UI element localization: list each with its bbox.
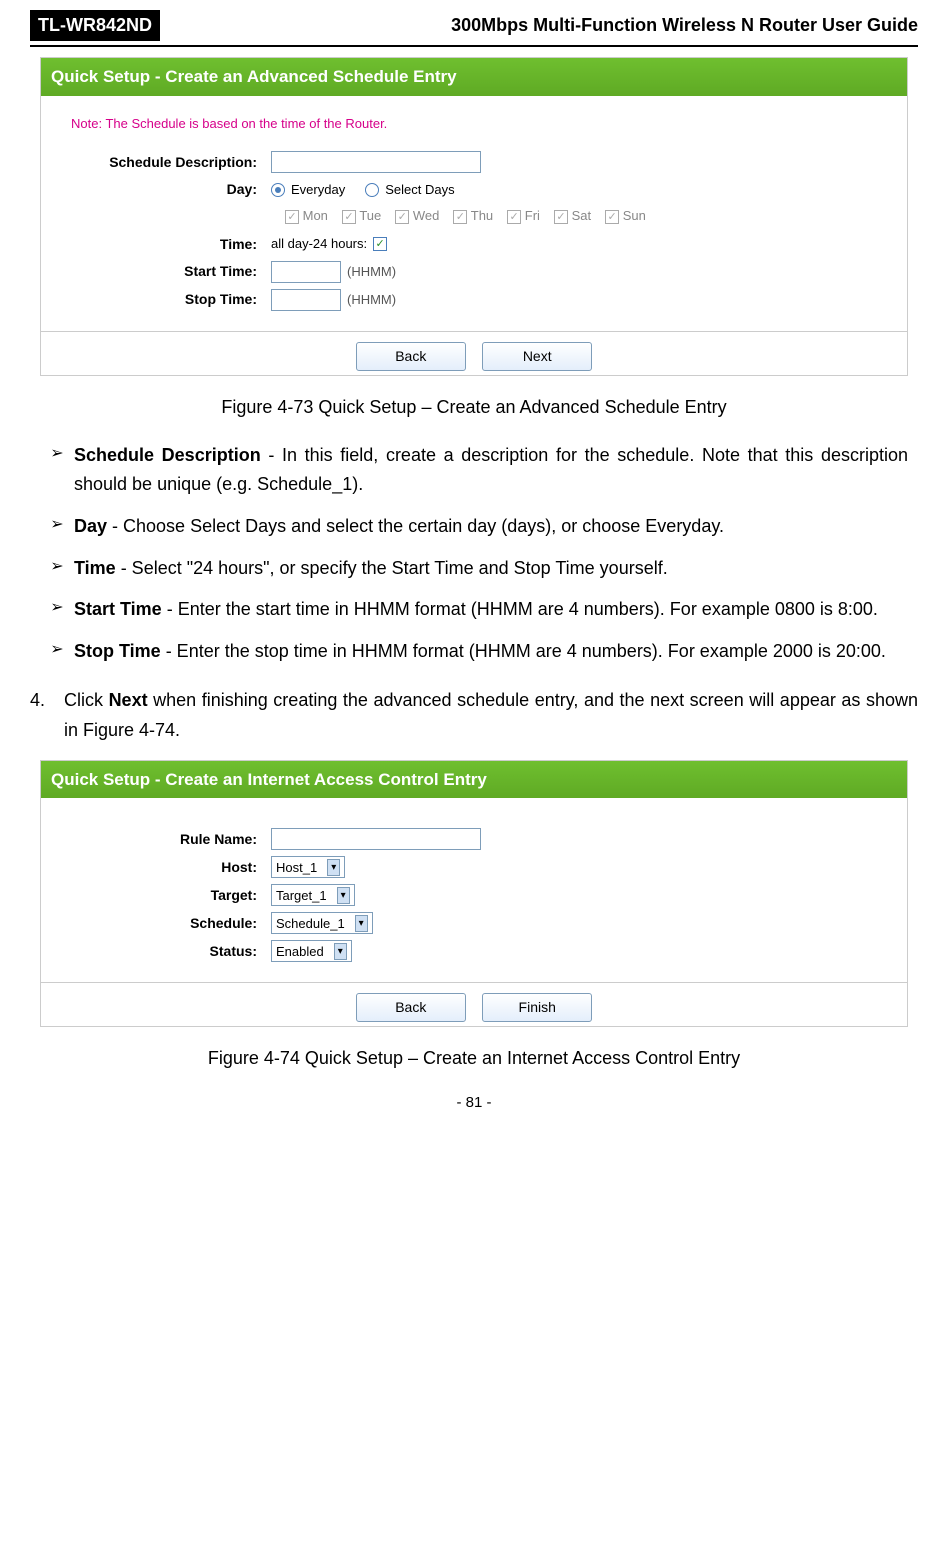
schedule-note: Note: The Schedule is based on the time …: [71, 114, 877, 134]
schedule-select[interactable]: Schedule_1: [271, 912, 373, 934]
chk-thu[interactable]: [453, 210, 467, 224]
finish-button[interactable]: Finish: [482, 993, 592, 1022]
rule-name-input[interactable]: [271, 828, 481, 850]
figure-caption-73: Figure 4-73 Quick Setup – Create an Adva…: [30, 394, 918, 421]
label-rule-name: Rule Name:: [71, 829, 271, 850]
label-thu: Thu: [471, 208, 493, 223]
page-header: TL-WR842ND 300Mbps Multi-Function Wirele…: [30, 0, 918, 45]
radio-everyday[interactable]: [271, 183, 285, 197]
chk-sun[interactable]: [605, 210, 619, 224]
chk-sat[interactable]: [554, 210, 568, 224]
label-mon: Mon: [303, 208, 328, 223]
bullet-schedule-desc: Schedule Description - In this field, cr…: [74, 441, 908, 500]
model-badge: TL-WR842ND: [30, 10, 160, 41]
all-day-label: all day-24 hours:: [271, 234, 367, 254]
label-host: Host:: [71, 857, 271, 878]
target-select[interactable]: Target_1: [271, 884, 355, 906]
days-row: Mon Tue Wed Thu Fri Sat Sun: [285, 206, 877, 226]
label-status: Status:: [71, 941, 271, 962]
chk-tue[interactable]: [342, 210, 356, 224]
panel-body: Rule Name: Host: Host_1 Target: Target_1…: [41, 798, 907, 982]
schedule-entry-panel: Quick Setup - Create an Advanced Schedul…: [40, 57, 908, 376]
label-schedule-desc: Schedule Description:: [71, 152, 271, 173]
bullet-start-time: Start Time - Enter the start time in HHM…: [74, 595, 908, 625]
chk-wed[interactable]: [395, 210, 409, 224]
access-control-panel: Quick Setup - Create an Internet Access …: [40, 760, 908, 1028]
button-bar: Back Next: [41, 331, 907, 375]
bullet-icon: ➢: [40, 441, 74, 500]
host-select[interactable]: Host_1: [271, 856, 345, 878]
guide-title: 300Mbps Multi-Function Wireless N Router…: [166, 12, 918, 39]
stop-time-input[interactable]: [271, 289, 341, 311]
chk-fri[interactable]: [507, 210, 521, 224]
chk-mon[interactable]: [285, 210, 299, 224]
status-select[interactable]: Enabled: [271, 940, 352, 962]
stop-time-hint: (HHMM): [347, 290, 396, 310]
bullet-icon: ➢: [40, 595, 74, 625]
bullet-day: Day - Choose Select Days and select the …: [74, 512, 908, 542]
figure-caption-74: Figure 4-74 Quick Setup – Create an Inte…: [30, 1045, 918, 1072]
label-time: Time:: [71, 234, 271, 255]
label-sat: Sat: [572, 208, 592, 223]
bullet-icon: ➢: [40, 512, 74, 542]
header-rule: [30, 45, 918, 47]
next-button[interactable]: Next: [482, 342, 592, 371]
bullet-list: ➢Schedule Description - In this field, c…: [40, 441, 908, 667]
chk-all-day[interactable]: [373, 237, 387, 251]
label-stop-time: Stop Time:: [71, 289, 271, 310]
step-number: 4.: [30, 685, 64, 746]
bullet-icon: ➢: [40, 554, 74, 584]
start-time-input[interactable]: [271, 261, 341, 283]
page-number: - 81 -: [30, 1092, 918, 1115]
back-button[interactable]: Back: [356, 993, 466, 1022]
bullet-stop-time: Stop Time - Enter the stop time in HHMM …: [74, 637, 908, 667]
button-bar: Back Finish: [41, 982, 907, 1026]
panel-body: Note: The Schedule is based on the time …: [41, 96, 907, 331]
label-tue: Tue: [359, 208, 381, 223]
radio-select-days[interactable]: [365, 183, 379, 197]
radio-everyday-label: Everyday: [291, 180, 345, 200]
back-button[interactable]: Back: [356, 342, 466, 371]
schedule-desc-input[interactable]: [271, 151, 481, 173]
step-text: Click Next when finishing creating the a…: [64, 685, 918, 746]
start-time-hint: (HHMM): [347, 262, 396, 282]
label-day: Day:: [71, 179, 271, 200]
label-wed: Wed: [413, 208, 440, 223]
bullet-icon: ➢: [40, 637, 74, 667]
panel-title: Quick Setup - Create an Internet Access …: [41, 761, 907, 799]
label-target: Target:: [71, 885, 271, 906]
label-schedule: Schedule:: [71, 913, 271, 934]
label-sun: Sun: [623, 208, 646, 223]
radio-select-days-label: Select Days: [385, 180, 454, 200]
panel-title: Quick Setup - Create an Advanced Schedul…: [41, 58, 907, 96]
label-fri: Fri: [525, 208, 540, 223]
step-4: 4. Click Next when finishing creating th…: [30, 685, 918, 746]
label-start-time: Start Time:: [71, 261, 271, 282]
bullet-time: Time - Select "24 hours", or specify the…: [74, 554, 908, 584]
